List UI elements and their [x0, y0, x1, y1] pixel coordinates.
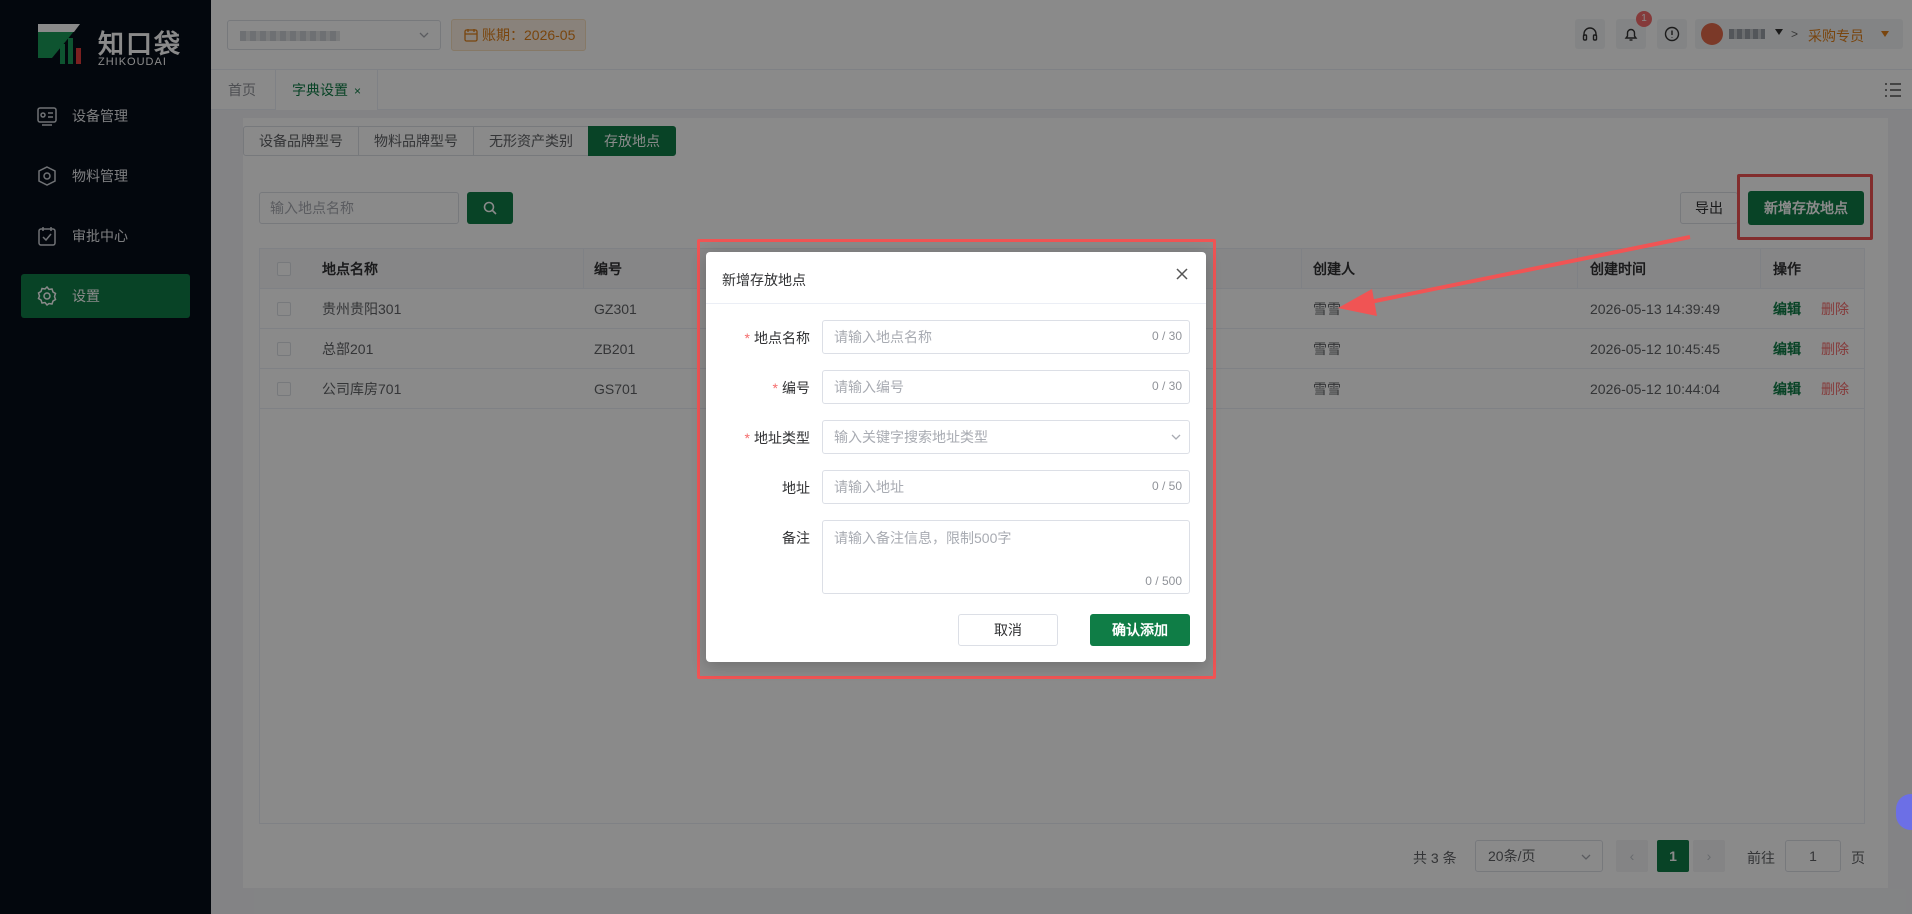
field-label-text: 地点名称 — [754, 330, 810, 346]
field-label: 地址 — [782, 480, 810, 496]
field-label: * 地点名称 — [745, 328, 810, 348]
char-counter: 0 / 500 — [1145, 574, 1182, 588]
field-label-text: 地址类型 — [754, 430, 810, 446]
close-icon[interactable] — [1174, 266, 1190, 282]
location-name-input[interactable] — [822, 320, 1190, 354]
confirm-add-button[interactable]: 确认添加 — [1090, 614, 1190, 646]
add-location-dialog: 新增存放地点 *地点名称 0 / 30 *编号 0 / 30 *地址类型 地址 … — [706, 252, 1206, 662]
form-row-address: 地址 0 / 50 — [706, 470, 1206, 504]
remark-textarea[interactable] — [822, 520, 1190, 594]
field-label: * 编号 — [773, 378, 810, 398]
address-input[interactable] — [822, 470, 1190, 504]
form-row-name: *地点名称 0 / 30 — [706, 320, 1206, 354]
field-label: 备注 — [782, 530, 810, 546]
required-mark: * — [744, 330, 750, 346]
form-row-type: * 地址类型 — [706, 420, 1206, 454]
form-row-remark: 备注 0 / 500 — [706, 520, 1206, 594]
dialog-header: 新增存放地点 — [706, 252, 1206, 304]
address-type-select[interactable] — [822, 420, 1190, 454]
char-counter: 0 / 30 — [1151, 379, 1182, 393]
dialog-title: 新增存放地点 — [722, 272, 806, 288]
required-mark: * — [744, 430, 750, 446]
form-row-code: *编号 0 / 30 — [706, 370, 1206, 404]
cancel-button[interactable]: 取消 — [958, 614, 1058, 646]
char-counter: 0 / 50 — [1151, 479, 1182, 493]
code-input[interactable] — [822, 370, 1190, 404]
chevron-down-icon — [1171, 434, 1181, 440]
char-counter: 0 / 30 — [1151, 329, 1182, 343]
required-mark: * — [772, 380, 778, 396]
field-label-text: 编号 — [782, 380, 810, 396]
field-label: * 地址类型 — [745, 428, 810, 448]
